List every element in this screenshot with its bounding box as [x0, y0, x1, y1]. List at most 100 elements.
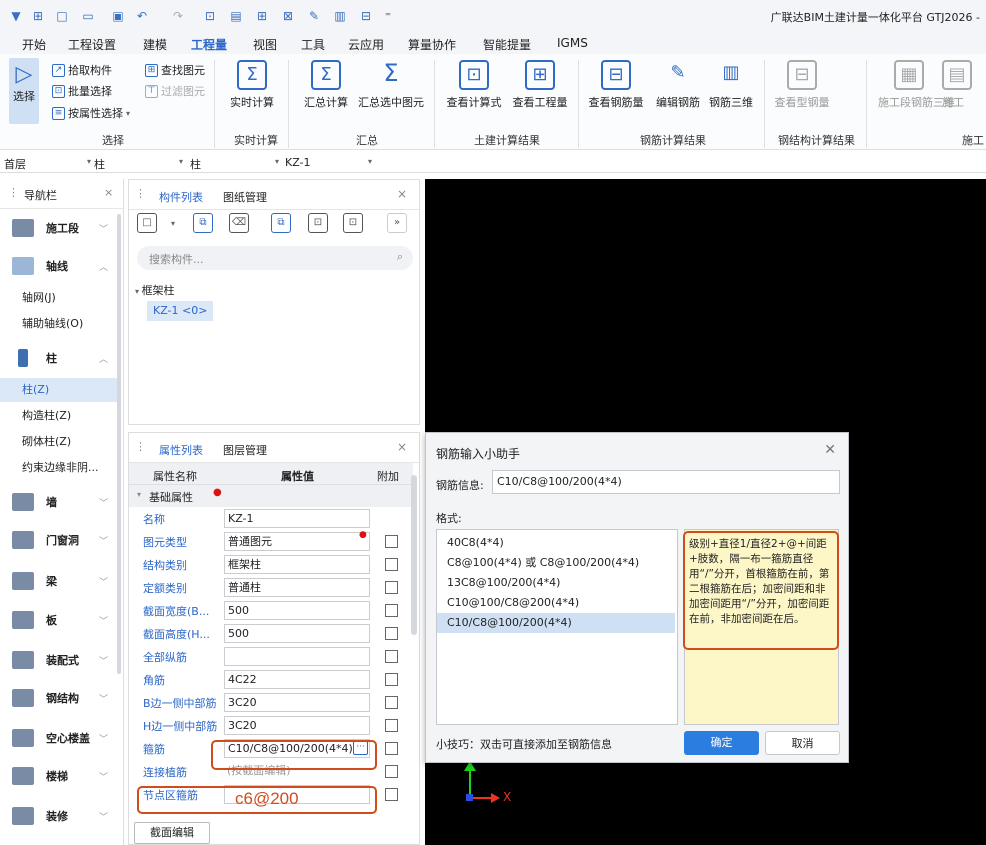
- tab-property-list[interactable]: 属性列表: [159, 442, 203, 458]
- property-value[interactable]: 框架柱: [224, 555, 370, 574]
- select-button[interactable]: ▷ 选择: [11, 62, 37, 104]
- table-icon[interactable]: ▤: [228, 8, 244, 24]
- new-component-icon[interactable]: □: [137, 213, 157, 233]
- menu-start[interactable]: 开始: [22, 36, 46, 53]
- extra-checkbox[interactable]: [385, 558, 398, 571]
- tab-drawing-management[interactable]: 图纸管理: [223, 189, 267, 205]
- search-input[interactable]: 搜索构件... ⌕: [137, 246, 413, 270]
- extra-checkbox[interactable]: [385, 765, 398, 778]
- menu-view[interactable]: 视图: [253, 36, 277, 53]
- nav-scrollbar[interactable]: [117, 214, 121, 674]
- close-icon[interactable]: ×: [104, 186, 113, 199]
- delete-icon[interactable]: ⌫: [229, 213, 249, 233]
- view-formula-button[interactable]: ⊡ 查看计算式: [444, 60, 504, 110]
- close-icon[interactable]: ×: [397, 187, 407, 201]
- redo-icon[interactable]: ↷: [170, 8, 186, 24]
- tree-group-frame-column[interactable]: ▾ 框架柱: [135, 282, 175, 298]
- type1-select[interactable]: 柱 ▾: [94, 156, 184, 172]
- property-value[interactable]: 3C20: [224, 693, 370, 712]
- grid-view-icon[interactable]: ⊠: [280, 8, 296, 24]
- undo-icon[interactable]: ↶: [134, 8, 150, 24]
- type2-select[interactable]: 柱 ▾: [190, 156, 280, 172]
- format-item[interactable]: 40C8(4*4): [437, 533, 675, 553]
- format-item[interactable]: C8@100(4*4) 或 C8@100/200(4*4): [437, 553, 675, 573]
- nav-category-beam[interactable]: 梁 ﹀: [0, 562, 118, 600]
- close-icon[interactable]: ✕: [824, 442, 836, 458]
- property-value[interactable]: 3C20: [224, 716, 370, 735]
- segment-rebar-3d-button[interactable]: ▦ 施工段钢筋三维: [878, 60, 955, 110]
- extra-checkbox[interactable]: [385, 627, 398, 640]
- nav-item-axis-grid[interactable]: 轴网(J): [0, 286, 118, 310]
- select-by-property-button[interactable]: ≡ 按属性选择 ▾: [52, 105, 130, 121]
- export-icon[interactable]: ⊟: [358, 8, 374, 24]
- filter-component-icon[interactable]: ⊡: [308, 213, 328, 233]
- nav-category-steel[interactable]: 钢结构 ﹀: [0, 679, 118, 717]
- section-edit-button[interactable]: 截面编辑: [134, 822, 210, 844]
- formula-icon[interactable]: ⊡: [202, 8, 218, 24]
- menu-igms[interactable]: IGMS: [557, 36, 588, 50]
- tab-layer-management[interactable]: 图层管理: [223, 442, 267, 458]
- format-item[interactable]: 13C8@100/200(4*4): [437, 573, 675, 593]
- property-value[interactable]: [224, 647, 370, 666]
- nav-category-column[interactable]: 柱 ︿: [0, 339, 118, 377]
- customize-icon[interactable]: ⁼: [380, 8, 396, 24]
- floor-select[interactable]: 首层 ▾: [4, 156, 104, 172]
- nav-category-slab[interactable]: 板 ﹀: [0, 601, 118, 639]
- grid-icon[interactable]: ⊞: [254, 8, 270, 24]
- pen-icon[interactable]: ✎: [306, 8, 322, 24]
- menu-modeling[interactable]: 建模: [143, 36, 167, 53]
- format-item-selected[interactable]: C10/C8@100/200(4*4): [437, 613, 675, 633]
- filter-element-button[interactable]: ⊤ 过滤图元: [145, 83, 205, 99]
- sort-icon[interactable]: ⊡: [343, 213, 363, 233]
- pick-component-button[interactable]: ↗ 拾取构件: [52, 62, 112, 78]
- menu-project-settings[interactable]: 工程设置: [68, 36, 116, 53]
- wall-icon[interactable]: ▥: [332, 8, 348, 24]
- property-value[interactable]: 500: [224, 601, 370, 620]
- pin-icon[interactable]: ⋮: [8, 186, 19, 199]
- nav-category-prefab[interactable]: 装配式 ﹀: [0, 641, 118, 679]
- nav-category-segment[interactable]: 施工段 ﹀: [0, 209, 118, 247]
- extra-checkbox[interactable]: [385, 650, 398, 663]
- menu-cloud[interactable]: 云应用: [348, 36, 384, 53]
- property-scrollbar[interactable]: [411, 475, 417, 635]
- new-file-icon[interactable]: □: [54, 8, 70, 24]
- edit-rebar-button[interactable]: ✎ 编辑钢筋: [652, 60, 704, 110]
- extra-checkbox[interactable]: [385, 719, 398, 732]
- menu-tools[interactable]: 工具: [301, 36, 325, 53]
- extra-checkbox[interactable]: [385, 788, 398, 801]
- extra-checkbox[interactable]: [385, 604, 398, 617]
- extra-checkbox[interactable]: [385, 673, 398, 686]
- component-select[interactable]: KZ-1 ▾: [285, 156, 375, 169]
- pin-icon[interactable]: ⋮: [135, 187, 146, 200]
- ok-button[interactable]: 确定: [684, 731, 759, 755]
- rebar-3d-button[interactable]: ▥ 钢筋三维: [706, 60, 756, 110]
- more-icon[interactable]: »: [387, 213, 407, 233]
- menu-collab[interactable]: 算量协作: [408, 36, 456, 53]
- layer-copy-icon[interactable]: ⧉: [271, 213, 291, 233]
- dropdown-arrow-icon[interactable]: ▾: [171, 219, 175, 228]
- find-element-button[interactable]: ⊞ 查找图元: [145, 62, 205, 78]
- open-folder-icon[interactable]: ▭: [80, 8, 96, 24]
- segment-more-button[interactable]: ▤ 施工: [942, 60, 986, 110]
- extra-checkbox[interactable]: [385, 581, 398, 594]
- property-value[interactable]: 500: [224, 624, 370, 643]
- nav-category-stairs[interactable]: 楼梯 ﹀: [0, 757, 118, 795]
- property-value[interactable]: KZ-1: [224, 509, 370, 528]
- nav-item-column[interactable]: 柱(Z): [0, 378, 118, 402]
- nav-item-constraint-edge[interactable]: 约束边缘非阴...: [0, 456, 118, 480]
- extra-checkbox[interactable]: [385, 535, 398, 548]
- menu-quantity[interactable]: 工程量: [191, 36, 228, 58]
- summary-calc-button[interactable]: Σ 汇总计算: [300, 60, 352, 110]
- batch-select-button[interactable]: ⊡ 批量选择: [52, 83, 112, 99]
- cancel-button[interactable]: 取消: [765, 731, 840, 755]
- tab-component-list[interactable]: 构件列表: [159, 189, 203, 205]
- view-rebar-button[interactable]: ⊟ 查看钢筋量: [586, 60, 646, 110]
- nav-category-wall[interactable]: 墙 ﹀: [0, 483, 118, 521]
- property-value[interactable]: 普通柱: [224, 578, 370, 597]
- extra-checkbox[interactable]: [385, 696, 398, 709]
- extra-checkbox[interactable]: [385, 742, 398, 755]
- summary-selected-button[interactable]: Σ 汇总选中图元: [356, 60, 426, 110]
- nav-item-constructional-column[interactable]: 构造柱(Z): [0, 404, 118, 428]
- property-value[interactable]: 4C22: [224, 670, 370, 689]
- view-steel-button[interactable]: ⊟ 查看型钢量: [772, 60, 832, 110]
